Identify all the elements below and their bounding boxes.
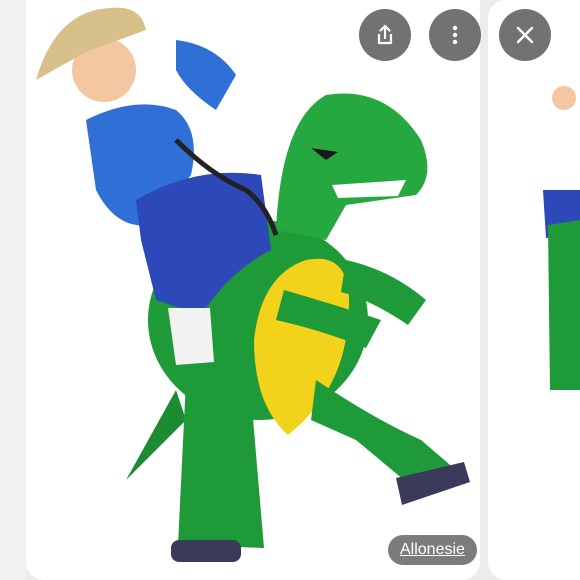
more-vertical-icon bbox=[452, 25, 458, 45]
share-icon bbox=[377, 24, 393, 45]
next-image-card[interactable] bbox=[488, 0, 580, 580]
previous-image-card-edge[interactable] bbox=[0, 0, 26, 580]
image-source-link[interactable]: Allonesie bbox=[388, 535, 477, 565]
share-button[interactable] bbox=[359, 9, 411, 61]
next-image-preview bbox=[543, 86, 580, 390]
close-button[interactable] bbox=[499, 9, 551, 61]
product-image bbox=[36, 7, 470, 562]
more-options-button[interactable] bbox=[429, 9, 481, 61]
main-image-card[interactable]: Allonesie bbox=[26, 0, 480, 580]
close-icon bbox=[516, 26, 534, 44]
